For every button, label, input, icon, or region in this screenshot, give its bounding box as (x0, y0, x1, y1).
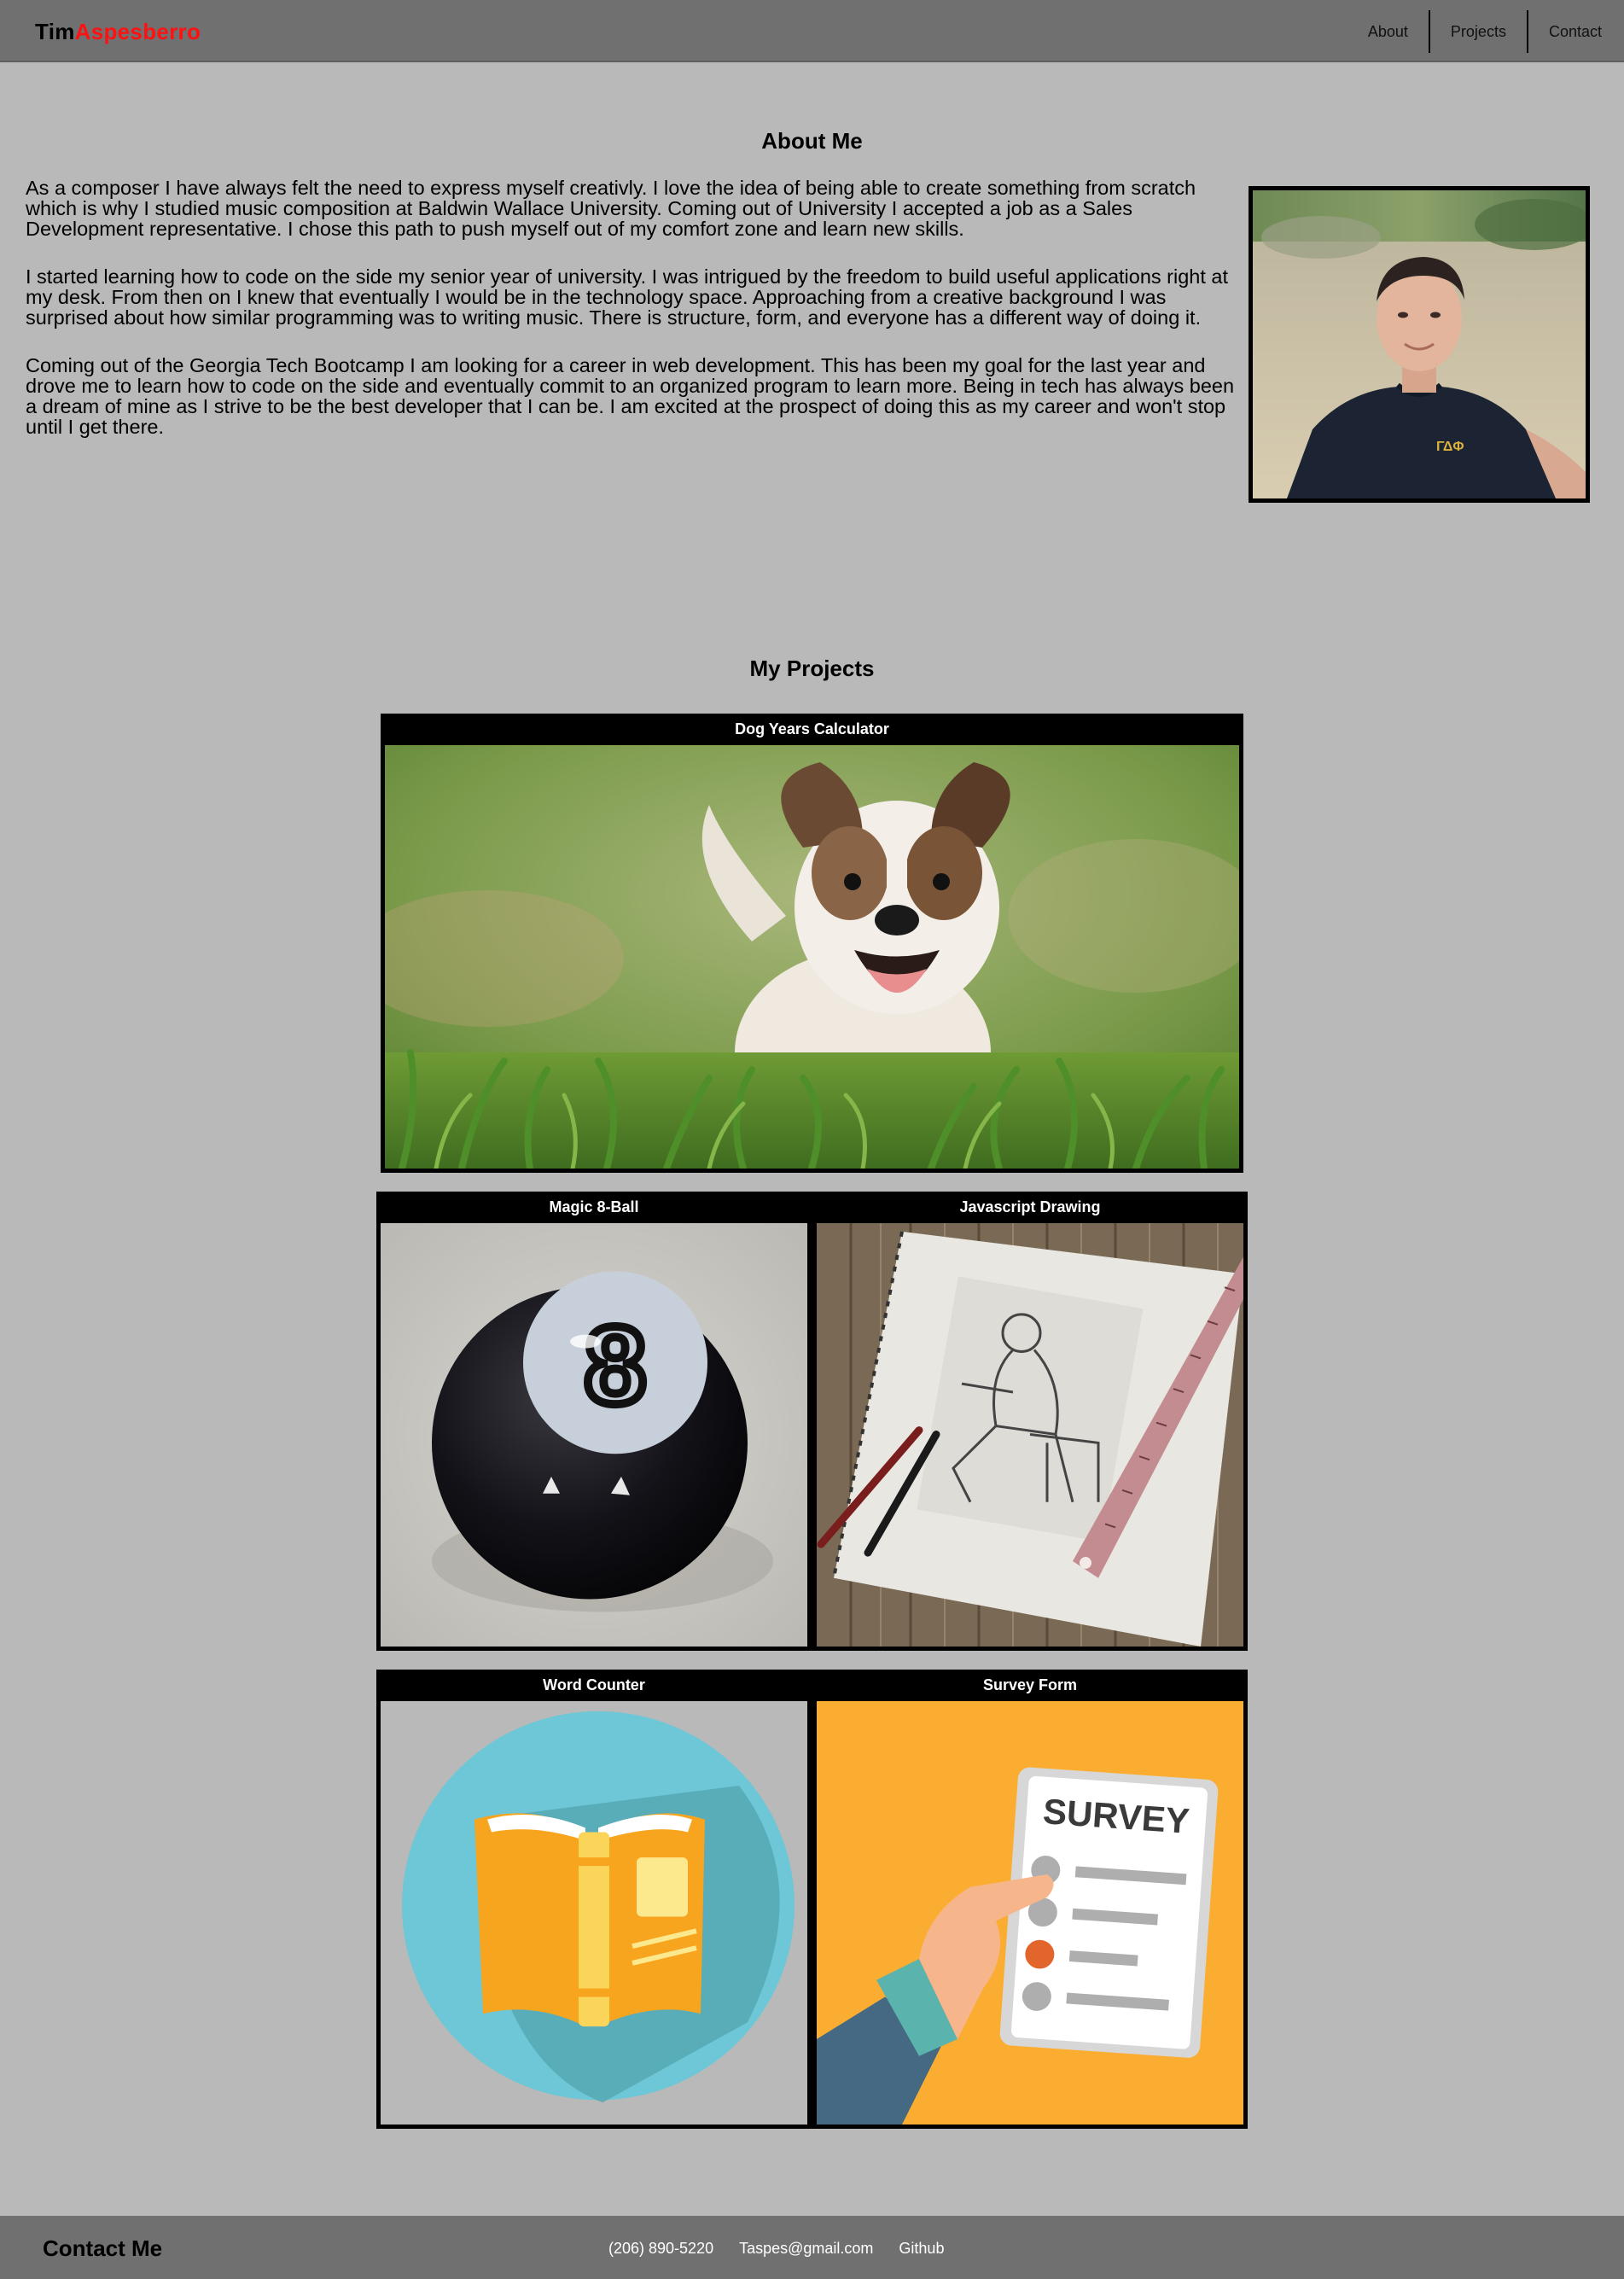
project-row: Magic 8-Ball 8 Javascript Drawing (376, 1192, 1248, 1651)
svg-text:8: 8 (585, 1304, 646, 1426)
nav-link-contact[interactable]: Contact (1526, 10, 1624, 53)
project-card-word-counter[interactable]: Word Counter (381, 1674, 807, 2125)
project-title: Dog Years Calculator (385, 718, 1239, 742)
survey-illustration[interactable]: SURVEY (817, 1701, 1243, 2125)
brand-first-name: Tim (35, 19, 75, 44)
magic-8-ball-photo[interactable]: 8 (381, 1223, 807, 1647)
about-heading: About Me (761, 128, 863, 154)
site-logo[interactable]: TimAspesberro (35, 19, 201, 45)
email-link[interactable]: Taspes@gmail.com (739, 2240, 873, 2258)
nav-link-projects[interactable]: Projects (1428, 10, 1527, 53)
project-title: Javascript Drawing (817, 1196, 1243, 1220)
open-book-illustration[interactable] (381, 1701, 807, 2125)
phone-link[interactable]: (206) 890-5220 (608, 2240, 713, 2258)
project-row: Word Counter Survey Form SURVEY (376, 1670, 1248, 2129)
projects-heading: My Projects (749, 656, 875, 681)
main-nav: About Projects Contact (1348, 10, 1624, 53)
project-title: Word Counter (381, 1674, 807, 1698)
project-card-magic-8-ball[interactable]: Magic 8-Ball 8 (381, 1196, 807, 1647)
puppy-photo[interactable] (385, 745, 1239, 1169)
about-paragraph: As a composer I have always felt the nee… (26, 177, 1196, 240)
site-header: TimAspesberro About Projects Contact (0, 0, 1624, 62)
about-paragraph: I started learning how to code on the si… (26, 265, 1229, 329)
contact-links: (206) 890-5220 Taspes@gmail.com Github (608, 2240, 944, 2258)
site-footer: Contact Me (206) 890-5220 Taspes@gmail.c… (0, 2216, 1624, 2279)
project-card-dog-years[interactable]: Dog Years Calculator (381, 714, 1243, 1173)
about-bio: As a composer I have always felt the nee… (26, 178, 1237, 464)
project-card-survey-form[interactable]: Survey Form SURVEY (817, 1674, 1243, 2125)
footer-heading: Contact Me (43, 2235, 163, 2261)
about-paragraph: Coming out of the Georgia Tech Bootcamp … (26, 354, 1235, 438)
sketchbook-drawing-photo[interactable] (817, 1223, 1243, 1647)
svg-text:ΓΔΦ: ΓΔΦ (1436, 440, 1464, 454)
project-title: Magic 8-Ball (381, 1196, 807, 1220)
nav-link-about[interactable]: About (1348, 10, 1429, 53)
profile-photo: ΓΔΦ (1249, 186, 1590, 503)
brand-last-name: Aspesberro (74, 19, 201, 44)
project-card-javascript-drawing[interactable]: Javascript Drawing (817, 1196, 1243, 1647)
project-title: Survey Form (817, 1674, 1243, 1698)
github-link[interactable]: Github (899, 2240, 944, 2258)
